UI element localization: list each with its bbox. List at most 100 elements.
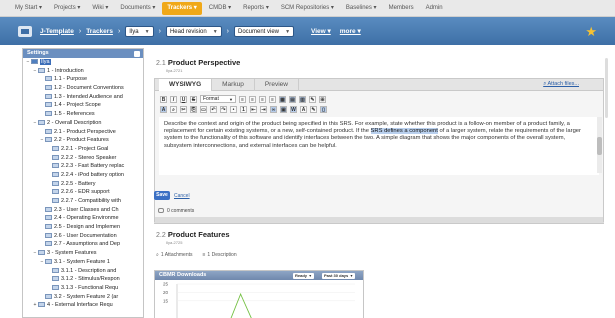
table-icon[interactable]: ▦ [279,95,286,103]
tree-item[interactable]: 2.2.7 - Compatibility with [23,197,143,206]
tree-item[interactable]: −3 - System Features [23,249,143,258]
attachments-link[interactable]: ⌕ 1 Attachments [156,252,193,258]
redo-icon[interactable]: ↷ [220,105,227,113]
spellcheck-icon[interactable]: A [160,105,167,113]
align-left-icon[interactable]: ≡ [239,95,246,103]
tree-item[interactable]: 2.3 - User Classes and Ch [23,206,143,215]
revision-select[interactable]: Head revision ▼ [165,25,222,37]
tree-item[interactable]: −2.2 - Product Features [23,136,143,145]
justify-icon[interactable]: ≡ [269,95,276,103]
tree-item-label: 2.2.7 - Compatibility with [61,198,121,204]
tree-item[interactable]: − Ilya [23,58,143,67]
insert-column-icon[interactable]: ▥ [299,95,306,103]
templates-link[interactable]: J-Template [40,28,74,35]
document-icon [45,102,52,108]
chart-period-select[interactable]: Past 30 days ▼ [322,272,356,279]
tree-item[interactable]: 1.2 - Document Conventions [23,84,143,93]
nav-item-cmdb[interactable]: CMDB ▾ [204,2,236,15]
copy-icon[interactable]: ⎘ [190,105,197,113]
cut-icon[interactable]: ✂ [180,105,187,113]
nav-item-admin[interactable]: Admin [421,2,448,15]
tree-item[interactable]: 3.1.2 - Stimulus/Respon [23,275,143,284]
edit-icon[interactable]: ✎ [309,95,316,103]
tree-item[interactable]: 1.4 - Project Scope [23,101,143,110]
outdent-icon[interactable]: ⇤ [250,105,257,113]
undo-icon[interactable]: ↶ [210,105,217,113]
save-button[interactable]: Save [154,191,170,200]
nav-item-projects[interactable]: Projects ▾ [49,2,85,15]
tree-item[interactable]: −2 - Overall Description [23,119,143,128]
source-icon[interactable]: ▯ [320,105,327,113]
nav-item-my-start[interactable]: My Start ▾ [10,2,47,15]
tree-item[interactable]: 2.1 - Product Perspective [23,128,143,137]
tree-item-label: 3.2 - System Feature 2 (ar [54,293,119,300]
find-icon[interactable]: ⌕ [170,105,177,113]
nav-item-documents[interactable]: Documents ▾ [115,2,160,15]
indent-icon[interactable]: ⇥ [260,105,267,113]
nav-item-trackers[interactable]: Trackers ▾ [162,1,202,15]
editor-scrollbar[interactable] [597,117,602,173]
paste-icon[interactable]: ▭ [200,105,207,113]
document-icon [45,111,52,117]
tree-item[interactable]: 1.1 - Purpose [23,75,143,84]
collapse-panel-button[interactable] [134,50,140,57]
nav-item-baselines[interactable]: Baselines ▾ [341,2,382,15]
view-mode-select[interactable]: Document view ▼ [234,25,295,37]
comments-link[interactable]: 0 comments [158,207,194,215]
tracker-select[interactable]: Ilya ▼ [125,25,154,37]
star-icon[interactable]: ★ [585,24,597,40]
attach-files-link[interactable]: ⌕ Attach files... [543,81,579,88]
bullet-list-icon[interactable]: • [230,105,237,113]
tree-item[interactable]: 2.2.4 - iPod battery option [23,171,143,180]
align-right-icon[interactable]: ≡ [259,95,266,103]
format-select[interactable]: Format ▼ [200,95,236,103]
tree-item[interactable]: 2.2.2 - Stereo Speaker [23,154,143,163]
font-color-icon[interactable]: A [300,105,307,113]
tree-item[interactable]: −3.1 - System Feature 1 [23,258,143,267]
tree-item[interactable]: +4 - External Interface Requ [23,301,143,310]
trackers-link[interactable]: Trackers [86,28,113,35]
image-icon[interactable]: ▣ [280,105,287,113]
tree-item[interactable]: 2.4 - Operating Environme [23,214,143,223]
chart-status-select[interactable]: Ready ▼ [293,272,315,279]
tree-item[interactable]: 2.2.5 - Battery [23,180,143,189]
tree-item[interactable]: 2.2.3 - Fast Battery replac [23,162,143,171]
tree-item[interactable]: 2.2.6 - EDR support [23,188,143,197]
main-scrollbar[interactable] [605,58,608,118]
tree-item[interactable]: 1.5 - References [23,110,143,119]
nav-item-members[interactable]: Members [384,2,419,15]
view-menu-link[interactable]: View ▾ [311,27,331,35]
tab-markup[interactable]: Markup [212,79,255,91]
editor-content[interactable]: Describe the context and origin of the p… [159,117,599,175]
tree-item[interactable]: 2.6 - User Documentation [23,232,143,241]
align-center-icon[interactable]: ≡ [249,95,256,103]
tree-item[interactable]: 2.5 - Design and Implemen [23,223,143,232]
highlight-color-icon[interactable]: ✎ [310,105,317,113]
strikethrough-icon[interactable]: S [190,95,197,103]
tree-item[interactable]: 3.2 - System Feature 2 (ar [23,293,143,302]
nav-item-wiki[interactable]: Wiki ▾ [87,2,113,15]
tree-item[interactable]: 2.2.1 - Project Goal [23,145,143,154]
tree-item[interactable]: −1 - Introduction [23,67,143,76]
tree-item[interactable]: 1.3 - Intended Audience and [23,93,143,102]
document-icon [45,241,52,247]
nav-item-scm-repositories[interactable]: SCM Repositories ▾ [276,2,339,15]
insert-row-icon[interactable]: ▤ [289,95,296,103]
scrollbar-thumb[interactable] [597,137,602,155]
numbered-list-icon[interactable]: 1 [240,105,247,113]
tree-item[interactable]: 3.1.3 - Functional Requ [23,284,143,293]
underline-icon[interactable]: U [180,95,187,103]
description-link[interactable]: ≡ 1 Description [203,252,237,258]
merge-cells-icon[interactable]: ⊞ [319,95,326,103]
tab-wysiwyg[interactable]: WYSIWYG [159,79,213,91]
bold-icon[interactable]: B [160,95,167,103]
italic-icon[interactable]: I [170,95,177,103]
tree-item[interactable]: 2.7 - Assumptions and Dep [23,240,143,249]
more-menu-link[interactable]: more ▾ [340,27,361,35]
tree-item[interactable]: 3.1.1 - Description and [23,267,143,276]
link-icon[interactable]: ∞ [270,105,277,113]
cancel-link[interactable]: Cancel [174,192,190,200]
tab-preview[interactable]: Preview [255,79,299,91]
wiki-link-icon[interactable]: W [290,105,297,113]
nav-item-reports[interactable]: Reports ▾ [238,2,274,15]
